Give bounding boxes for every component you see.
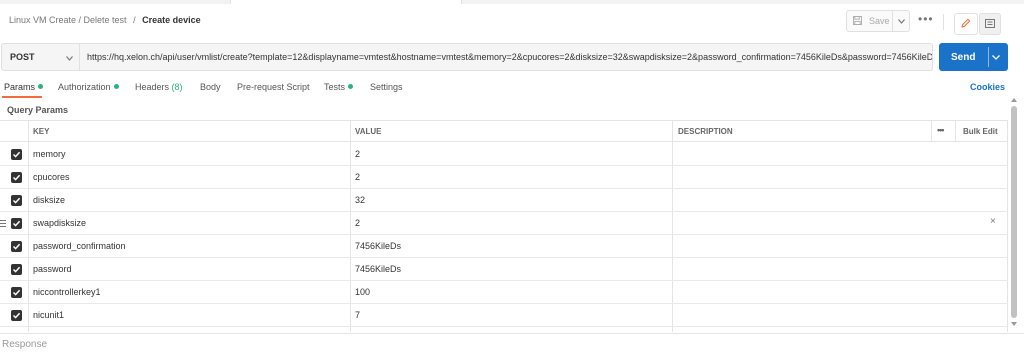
param-value[interactable]: 7456KileDs [355,241,401,251]
tab-body[interactable]: Body [200,82,221,92]
key-column-header: KEY [33,127,50,136]
delete-row-icon[interactable]: × [990,216,996,227]
param-checkbox[interactable] [11,149,22,160]
drag-handle-icon[interactable] [0,220,6,227]
table-row: password 7456KileDs [0,258,1008,281]
method-select[interactable]: POST [1,43,80,71]
send-label: Send [951,51,976,63]
status-dot [348,84,354,89]
param-checkbox[interactable] [11,264,22,275]
tab-label: Headers [135,82,170,92]
param-value[interactable]: 2 [355,218,360,228]
toolbar-divider [943,14,944,30]
param-key[interactable]: nicunit1 [33,310,64,320]
tab-label: Params [4,82,36,92]
documentation-button[interactable] [979,13,1001,35]
tab-label: Body [200,82,221,92]
save-button[interactable]: Save [846,10,910,32]
tab-label: Pre-request Script [237,82,310,92]
description-column-header: DESCRIPTION [678,127,733,136]
headers-count: (8) [171,82,183,92]
table-row: password_confirmation 7456KileDs [0,235,1008,258]
save-label: Save [869,16,890,26]
param-checkbox[interactable] [11,195,22,206]
param-checkbox[interactable] [11,287,22,298]
param-value[interactable]: 100 [355,287,370,297]
param-checkbox[interactable] [11,241,22,252]
param-checkbox[interactable] [11,310,22,321]
save-icon [853,15,869,27]
response-label: Response [2,339,48,350]
tab-tests[interactable]: Tests [324,82,354,92]
param-checkbox[interactable] [11,218,22,229]
breadcrumb-request[interactable]: Create device [142,15,201,25]
scrollbar[interactable] [1010,98,1018,328]
column-options-icon[interactable]: ••• [937,125,945,135]
param-value[interactable]: 7 [355,310,360,320]
status-dot [38,84,44,89]
param-key[interactable]: password_confirmation [33,241,126,251]
tab-label: Authorization [58,82,111,92]
breadcrumb-collection[interactable]: Linux VM Create / Delete test [9,15,127,25]
breadcrumb-separator: / [133,15,136,25]
table-row: × swapdisksize 2 [0,212,1008,235]
tab-settings[interactable]: Settings [370,82,403,92]
more-actions-icon[interactable]: ••• [918,13,936,28]
table-header: KEY VALUE DESCRIPTION ••• Bulk Edit [0,120,1008,142]
response-panel[interactable]: Response [0,333,1024,355]
tab-headers[interactable]: Headers (8) [135,82,183,92]
request-tabs: Params Authorization Headers (8) Body Pr… [0,78,1024,98]
value-column-header: VALUE [355,127,382,136]
param-value[interactable]: 2 [355,149,360,159]
param-key[interactable]: password [33,264,72,274]
query-params-table: KEY VALUE DESCRIPTION ••• Bulk Edit memo… [0,120,1008,332]
param-value[interactable]: 7456KileDs [355,264,401,274]
tab-authorization[interactable]: Authorization [58,82,119,92]
cookies-link[interactable]: Cookies [970,82,1005,92]
table-row: niccontrollerkey1 100 [0,281,1008,304]
param-key[interactable]: swapdisksize [33,218,86,228]
param-value[interactable]: 2 [355,172,360,182]
param-checkbox[interactable] [11,172,22,183]
url-bar: POST https://hq.xelon.ch/api/user/vmlist… [0,43,1024,73]
table-row: disksize 32 [0,189,1008,212]
column-divider [931,120,932,142]
breadcrumb: Linux VM Create / Delete test / Create d… [9,15,201,25]
edit-button[interactable] [954,13,978,35]
scroll-down-arrow-icon[interactable] [1011,322,1017,326]
scrollbar-thumb[interactable] [1011,106,1017,318]
scroll-up-arrow-icon[interactable] [1011,98,1017,102]
table-row: nicunit1 7 [0,304,1008,327]
status-dot [113,84,119,89]
send-button[interactable]: Send [939,43,1008,71]
table-row: cpucores 2 [0,166,1008,189]
url-input[interactable]: https://hq.xelon.ch/api/user/vmlist/crea… [80,43,933,71]
tab-params[interactable]: Params [4,82,44,92]
query-params-title: Query Params [7,105,69,115]
active-tab-underline [2,96,42,98]
method-label: POST [10,52,35,62]
param-value[interactable]: 32 [355,195,365,205]
request-header: Linux VM Create / Delete test / Create d… [0,4,1024,40]
tab-label: Tests [324,82,346,92]
tab-pre-request-script[interactable]: Pre-request Script [237,82,310,92]
bulk-edit-button[interactable]: Bulk Edit [963,127,998,136]
tab-label: Settings [370,82,403,92]
column-divider [955,120,956,142]
send-divider [988,47,989,67]
save-dropdown-chevron-icon[interactable] [892,11,909,31]
send-options-chevron-icon[interactable] [992,52,1000,63]
table-row [0,327,1008,332]
param-key[interactable]: niccontrollerkey1 [33,287,101,297]
table-row: memory 2 [0,143,1008,166]
pencil-icon [961,18,971,30]
param-key[interactable]: memory [33,149,66,159]
document-icon [985,18,995,30]
param-key[interactable]: cpucores [33,172,70,182]
param-key[interactable]: disksize [33,195,65,205]
chevron-down-icon [66,53,73,63]
